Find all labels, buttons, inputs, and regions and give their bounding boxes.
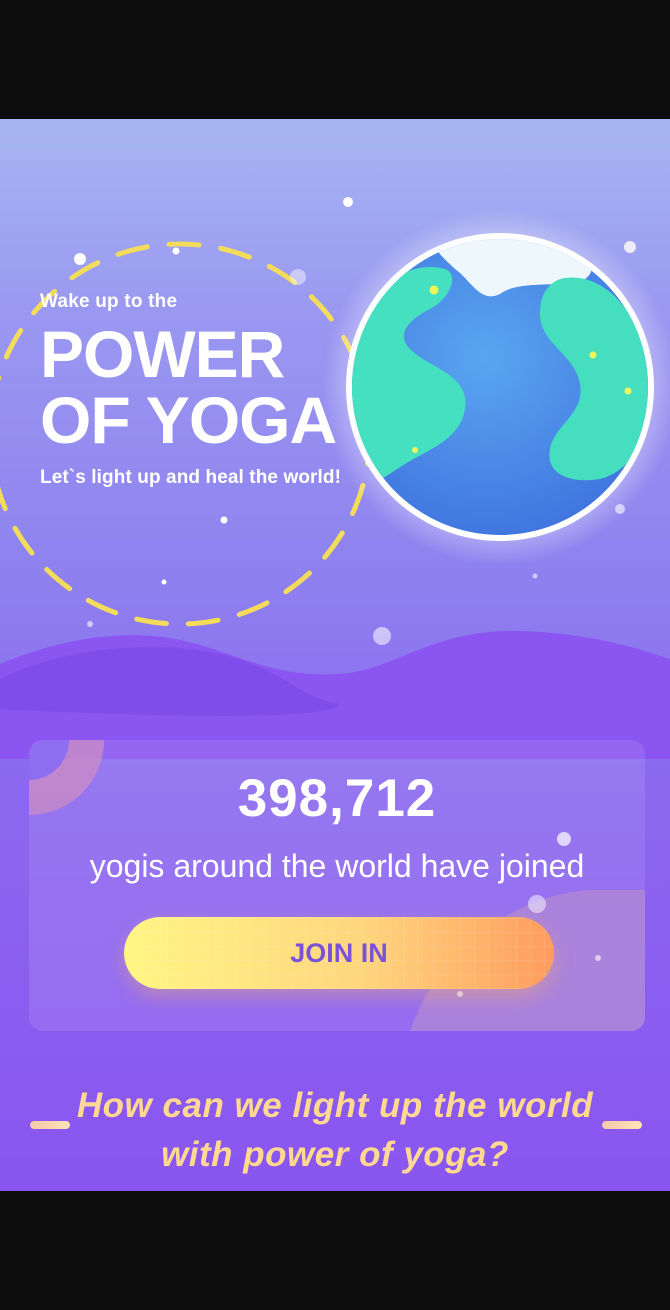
question-heading: How can we light up the world with power… [0, 1081, 670, 1179]
card-sparkle-dot [557, 832, 571, 846]
question-line1: How can we light up the world [76, 1086, 594, 1125]
joined-count: 398,712 [237, 769, 437, 828]
hero-subtitle: Wake up to the [40, 291, 178, 312]
hero-banner: Wake up to the POWER OF YOGA Let`s light… [0, 119, 670, 759]
hero-tagline: Let`s light up and heal the world! [40, 467, 342, 488]
yoga-campaign-screen: Wake up to the POWER OF YOGA Let`s light… [0, 119, 670, 1191]
join-in-button[interactable]: JOIN IN [124, 917, 554, 989]
question-line2: with power of yoga? [161, 1135, 509, 1174]
card-sparkle-dot [528, 895, 546, 913]
hero-title-line1: POWER [40, 317, 285, 391]
joined-description: yogis around the world have joined [89, 848, 585, 884]
hero-title-line2: OF YOGA [40, 383, 337, 457]
earth-globe-icon [322, 209, 670, 565]
stats-card: 398,712 yogis around the world have join… [29, 740, 645, 1031]
card-sparkle-dot [595, 955, 601, 961]
card-sparkle-dot [457, 991, 463, 997]
hero-text-block: Wake up to the POWER OF YOGA Let`s light… [40, 291, 341, 489]
